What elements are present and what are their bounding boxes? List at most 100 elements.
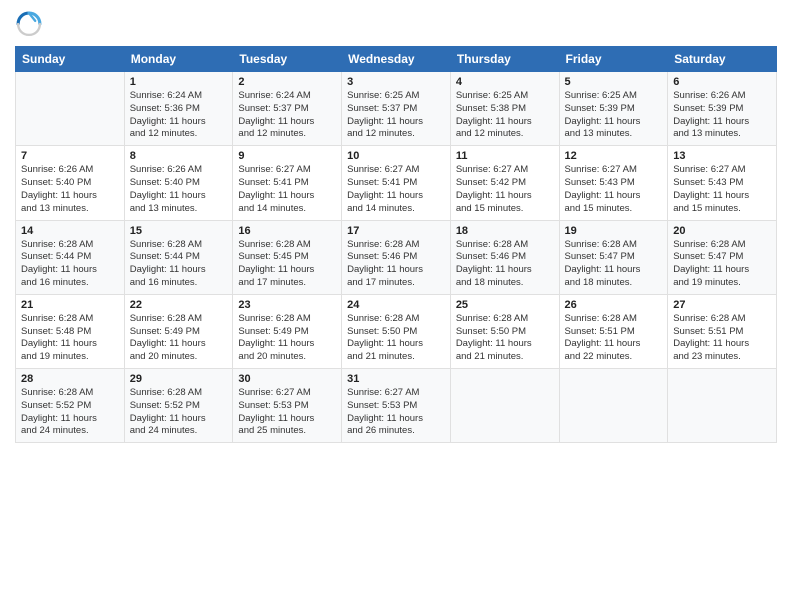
calendar-cell: 19Sunrise: 6:28 AM Sunset: 5:47 PM Dayli…: [559, 220, 668, 294]
calendar-cell: 11 Sunrise: 6:27 AM Sunset: 5:42 PM Dayli…: [450, 146, 559, 220]
day-header-monday: Monday: [124, 47, 233, 72]
day-info: Sunrise: 6:27 AM Sunset: 5:43 PM Dayligh…: [673, 164, 771, 215]
calendar-cell: [668, 369, 777, 443]
day-info: Sunrise: 6:28 AM Sunset: 5:44 PM Dayligh…: [130, 239, 228, 290]
day-number: 8: [130, 150, 228, 162]
day-info: Sunrise: 6:28 AM Sunset: 5:46 PM Dayligh…: [456, 239, 554, 290]
day-number: 31: [347, 373, 445, 385]
day-number: 18: [456, 225, 554, 237]
logo-icon: [15, 10, 43, 38]
day-number: 11: [456, 150, 554, 162]
day-info: Sunrise: 6:24 AM Sunset: 5:37 PM Dayligh…: [238, 90, 336, 141]
calendar-cell: 31 Sunrise: 6:27 AM Sunset: 5:53 PM Dayli…: [342, 369, 451, 443]
day-info: Sunrise: 6:28 AM Sunset: 5:45 PM Dayligh…: [238, 239, 336, 290]
day-number: 27: [673, 299, 771, 311]
calendar-cell: [16, 72, 125, 146]
day-info: Sunrise: 6:27 AM Sunset: 5:41 PM Dayligh…: [347, 164, 445, 215]
day-info: Sunrise: 6:27 AM Sunset: 5:53 PM Dayligh…: [238, 387, 336, 438]
day-number: 1: [130, 76, 228, 88]
calendar-cell: 18 Sunrise: 6:28 AM Sunset: 5:46 PM Dayli…: [450, 220, 559, 294]
calendar-table: SundayMondayTuesdayWednesdayThursdayFrid…: [15, 46, 777, 443]
day-number: 3: [347, 76, 445, 88]
calendar-cell: 30 Sunrise: 6:27 AM Sunset: 5:53 PM Dayli…: [233, 369, 342, 443]
calendar-week-row: 28 Sunrise: 6:28 AM Sunset: 5:52 PM Dayli…: [16, 369, 777, 443]
calendar-cell: 27 Sunrise: 6:28 AM Sunset: 5:51 PM Dayli…: [668, 294, 777, 368]
calendar-cell: 21 Sunrise: 6:28 AM Sunset: 5:48 PM Dayli…: [16, 294, 125, 368]
day-number: 21: [21, 299, 119, 311]
calendar-cell: 10 Sunrise: 6:27 AM Sunset: 5:41 PM Dayli…: [342, 146, 451, 220]
day-info: Sunrise: 6:27 AM Sunset: 5:43 PM Dayligh…: [565, 164, 663, 215]
calendar-week-row: 1 Sunrise: 6:24 AM Sunset: 5:36 PM Daylig…: [16, 72, 777, 146]
calendar-cell: 23Sunrise: 6:28 AM Sunset: 5:49 PM Dayli…: [233, 294, 342, 368]
day-info: Sunrise: 6:26 AM Sunset: 5:40 PM Dayligh…: [21, 164, 119, 215]
day-info: Sunrise: 6:28 AM Sunset: 5:46 PM Dayligh…: [347, 239, 445, 290]
calendar-cell: 1 Sunrise: 6:24 AM Sunset: 5:36 PM Daylig…: [124, 72, 233, 146]
day-info: Sunrise: 6:28 AM Sunset: 5:50 PM Dayligh…: [456, 313, 554, 364]
logo: [15, 10, 47, 38]
day-number: 9: [238, 150, 336, 162]
day-number: 26: [565, 299, 663, 311]
day-number: 5: [565, 76, 663, 88]
calendar-cell: [450, 369, 559, 443]
day-info: Sunrise: 6:28 AM Sunset: 5:47 PM Dayligh…: [673, 239, 771, 290]
calendar-week-row: 14Sunrise: 6:28 AM Sunset: 5:44 PM Dayli…: [16, 220, 777, 294]
day-info: Sunrise: 6:25 AM Sunset: 5:39 PM Dayligh…: [565, 90, 663, 141]
day-info: Sunrise: 6:28 AM Sunset: 5:49 PM Dayligh…: [238, 313, 336, 364]
day-info: Sunrise: 6:26 AM Sunset: 5:40 PM Dayligh…: [130, 164, 228, 215]
calendar-cell: 16 Sunrise: 6:28 AM Sunset: 5:45 PM Dayli…: [233, 220, 342, 294]
calendar-cell: 20Sunrise: 6:28 AM Sunset: 5:47 PM Dayli…: [668, 220, 777, 294]
calendar-cell: 15 Sunrise: 6:28 AM Sunset: 5:44 PM Dayli…: [124, 220, 233, 294]
day-info: Sunrise: 6:28 AM Sunset: 5:49 PM Dayligh…: [130, 313, 228, 364]
day-number: 15: [130, 225, 228, 237]
day-info: Sunrise: 6:24 AM Sunset: 5:36 PM Dayligh…: [130, 90, 228, 141]
day-number: 28: [21, 373, 119, 385]
day-number: 19: [565, 225, 663, 237]
day-info: Sunrise: 6:28 AM Sunset: 5:51 PM Dayligh…: [565, 313, 663, 364]
day-number: 6: [673, 76, 771, 88]
day-number: 10: [347, 150, 445, 162]
day-number: 12: [565, 150, 663, 162]
day-info: Sunrise: 6:27 AM Sunset: 5:42 PM Dayligh…: [456, 164, 554, 215]
day-number: 24: [347, 299, 445, 311]
calendar-cell: 13 Sunrise: 6:27 AM Sunset: 5:43 PM Dayli…: [668, 146, 777, 220]
calendar-cell: 6 Sunrise: 6:26 AM Sunset: 5:39 PM Daylig…: [668, 72, 777, 146]
day-info: Sunrise: 6:28 AM Sunset: 5:51 PM Dayligh…: [673, 313, 771, 364]
calendar-cell: 7 Sunrise: 6:26 AM Sunset: 5:40 PM Daylig…: [16, 146, 125, 220]
day-info: Sunrise: 6:28 AM Sunset: 5:52 PM Dayligh…: [130, 387, 228, 438]
calendar-cell: 5 Sunrise: 6:25 AM Sunset: 5:39 PM Daylig…: [559, 72, 668, 146]
day-info: Sunrise: 6:28 AM Sunset: 5:44 PM Dayligh…: [21, 239, 119, 290]
day-header-friday: Friday: [559, 47, 668, 72]
calendar-cell: 29Sunrise: 6:28 AM Sunset: 5:52 PM Dayli…: [124, 369, 233, 443]
day-number: 4: [456, 76, 554, 88]
header: [15, 10, 777, 38]
day-number: 30: [238, 373, 336, 385]
day-number: 22: [130, 299, 228, 311]
calendar-cell: 14Sunrise: 6:28 AM Sunset: 5:44 PM Dayli…: [16, 220, 125, 294]
calendar-cell: 9 Sunrise: 6:27 AM Sunset: 5:41 PM Daylig…: [233, 146, 342, 220]
day-number: 17: [347, 225, 445, 237]
calendar-cell: 4Sunrise: 6:25 AM Sunset: 5:38 PM Daylig…: [450, 72, 559, 146]
day-number: 13: [673, 150, 771, 162]
page: SundayMondayTuesdayWednesdayThursdayFrid…: [0, 0, 792, 612]
calendar-header-row: SundayMondayTuesdayWednesdayThursdayFrid…: [16, 47, 777, 72]
calendar-cell: 3Sunrise: 6:25 AM Sunset: 5:37 PM Daylig…: [342, 72, 451, 146]
calendar-cell: [559, 369, 668, 443]
day-info: Sunrise: 6:26 AM Sunset: 5:39 PM Dayligh…: [673, 90, 771, 141]
calendar-cell: 28 Sunrise: 6:28 AM Sunset: 5:52 PM Dayli…: [16, 369, 125, 443]
calendar-cell: 17 Sunrise: 6:28 AM Sunset: 5:46 PM Dayli…: [342, 220, 451, 294]
day-header-saturday: Saturday: [668, 47, 777, 72]
day-info: Sunrise: 6:27 AM Sunset: 5:53 PM Dayligh…: [347, 387, 445, 438]
day-number: 2: [238, 76, 336, 88]
calendar-cell: 8 Sunrise: 6:26 AM Sunset: 5:40 PM Daylig…: [124, 146, 233, 220]
day-number: 7: [21, 150, 119, 162]
calendar-cell: 22 Sunrise: 6:28 AM Sunset: 5:49 PM Dayli…: [124, 294, 233, 368]
day-info: Sunrise: 6:28 AM Sunset: 5:52 PM Dayligh…: [21, 387, 119, 438]
day-header-thursday: Thursday: [450, 47, 559, 72]
day-header-tuesday: Tuesday: [233, 47, 342, 72]
calendar-cell: 25Sunrise: 6:28 AM Sunset: 5:50 PM Dayli…: [450, 294, 559, 368]
day-header-sunday: Sunday: [16, 47, 125, 72]
day-number: 16: [238, 225, 336, 237]
calendar-cell: 24Sunrise: 6:28 AM Sunset: 5:50 PM Dayli…: [342, 294, 451, 368]
day-info: Sunrise: 6:27 AM Sunset: 5:41 PM Dayligh…: [238, 164, 336, 215]
day-info: Sunrise: 6:28 AM Sunset: 5:48 PM Dayligh…: [21, 313, 119, 364]
